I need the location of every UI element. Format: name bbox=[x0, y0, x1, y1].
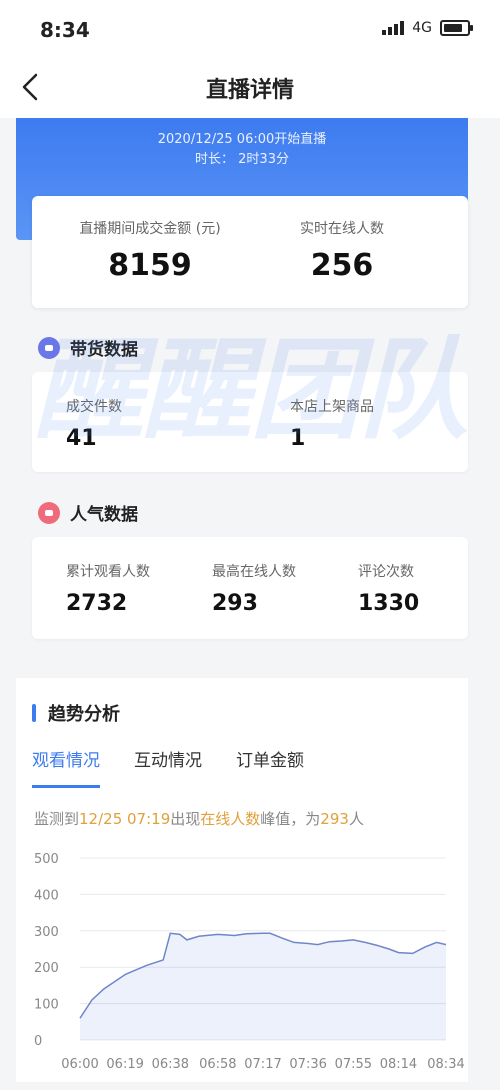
goods-card: 成交件数 41 本店上架商品 1 bbox=[32, 372, 468, 472]
goods-section-title: 带货数据 bbox=[70, 335, 138, 360]
comments-label: 评论次数 bbox=[358, 561, 419, 581]
monitor-mid: 出现 bbox=[170, 810, 200, 828]
signal-icon bbox=[382, 21, 404, 35]
y-tick-label: 200 bbox=[34, 961, 59, 976]
peak-label: 最高在线人数 bbox=[212, 561, 296, 581]
comments-stat: 评论次数 1330 bbox=[358, 561, 419, 616]
orders-label: 成交件数 bbox=[66, 396, 122, 416]
battery-icon bbox=[440, 20, 470, 36]
x-tick-label: 06:00 bbox=[61, 1057, 98, 1072]
peak-time: 12/25 07:19 bbox=[79, 810, 170, 828]
goods-section-header: 带货数据 bbox=[38, 335, 138, 360]
listed-stat: 本店上架商品 1 bbox=[290, 396, 374, 451]
popularity-section-title: 人气数据 bbox=[70, 500, 138, 525]
gmv-stat: 直播期间成交金额 (元) 8159 bbox=[50, 218, 250, 283]
orders-stat: 成交件数 41 bbox=[66, 396, 122, 451]
online-label: 实时在线人数 bbox=[242, 218, 442, 238]
popularity-data-icon bbox=[38, 502, 60, 524]
monitor-unit: 人 bbox=[349, 810, 364, 828]
navigation-bar: 直播详情 bbox=[0, 56, 500, 118]
gmv-label: 直播期间成交金额 (元) bbox=[50, 218, 250, 238]
goods-data-icon bbox=[38, 337, 60, 359]
live-duration: 时长： 2时33分 bbox=[16, 148, 468, 167]
x-tick-label: 08:34 bbox=[427, 1057, 464, 1072]
x-tick-label: 07:17 bbox=[244, 1057, 281, 1072]
trend-title: 趋势分析 bbox=[48, 700, 120, 726]
y-tick-label: 400 bbox=[34, 888, 59, 903]
y-tick-label: 0 bbox=[34, 1034, 42, 1049]
peak-value: 293 bbox=[212, 591, 296, 616]
gmv-value: 8159 bbox=[50, 248, 250, 283]
x-tick-label: 07:55 bbox=[335, 1057, 372, 1072]
status-bar: 8:34 4G bbox=[0, 0, 500, 56]
tab-interaction[interactable]: 互动情况 bbox=[134, 746, 202, 788]
online-stat: 实时在线人数 256 bbox=[242, 218, 442, 283]
peak-monitor-text: 监测到12/25 07:19出现在线人数峰值，为293人 bbox=[34, 808, 364, 829]
online-viewers-chart: 0 100 200 300 400 500 06:00 06:19 06:38 06:58 07:1… bbox=[16, 840, 468, 1090]
orders-value: 41 bbox=[66, 426, 122, 451]
status-indicators: 4G bbox=[382, 20, 470, 36]
y-tick-label: 100 bbox=[34, 998, 59, 1013]
listed-value: 1 bbox=[290, 426, 374, 451]
trend-marker bbox=[32, 704, 36, 722]
popularity-card: 累计观看人数 2732 最高在线人数 293 评论次数 1330 bbox=[32, 537, 468, 639]
peak-stat: 最高在线人数 293 bbox=[212, 561, 296, 616]
x-tick-label: 06:38 bbox=[152, 1057, 189, 1072]
tab-viewing[interactable]: 观看情况 bbox=[32, 746, 100, 788]
monitor-suffix: 峰值，为 bbox=[260, 810, 320, 828]
viewers-value: 2732 bbox=[66, 591, 150, 616]
page-title: 直播详情 bbox=[0, 72, 500, 104]
y-tick-label: 300 bbox=[34, 925, 59, 940]
listed-label: 本店上架商品 bbox=[290, 396, 374, 416]
trend-tabs: 观看情况 互动情况 订单金额 bbox=[32, 746, 304, 788]
summary-card: 直播期间成交金额 (元) 8159 实时在线人数 256 bbox=[32, 196, 468, 308]
network-label: 4G bbox=[412, 20, 432, 36]
status-time: 8:34 bbox=[40, 18, 90, 42]
trend-header: 趋势分析 bbox=[32, 700, 120, 726]
x-tick-label: 08:14 bbox=[380, 1057, 417, 1072]
tab-order-amount[interactable]: 订单金额 bbox=[236, 746, 304, 788]
y-tick-label: 500 bbox=[34, 852, 59, 867]
viewers-stat: 累计观看人数 2732 bbox=[66, 561, 150, 616]
peak-count: 293 bbox=[320, 810, 349, 828]
peak-metric: 在线人数 bbox=[200, 810, 260, 828]
popularity-section-header: 人气数据 bbox=[38, 500, 138, 525]
live-start-time: 2020/12/25 06:00开始直播 bbox=[16, 128, 468, 147]
viewers-label: 累计观看人数 bbox=[66, 561, 150, 581]
monitor-prefix: 监测到 bbox=[34, 810, 79, 828]
x-tick-label: 07:36 bbox=[289, 1057, 326, 1072]
x-tick-label: 06:19 bbox=[106, 1057, 143, 1072]
online-value: 256 bbox=[242, 248, 442, 283]
comments-value: 1330 bbox=[358, 591, 419, 616]
x-tick-label: 06:58 bbox=[199, 1057, 236, 1072]
trend-card: 趋势分析 观看情况 互动情况 订单金额 监测到12/25 07:19出现在线人数… bbox=[16, 678, 468, 1082]
